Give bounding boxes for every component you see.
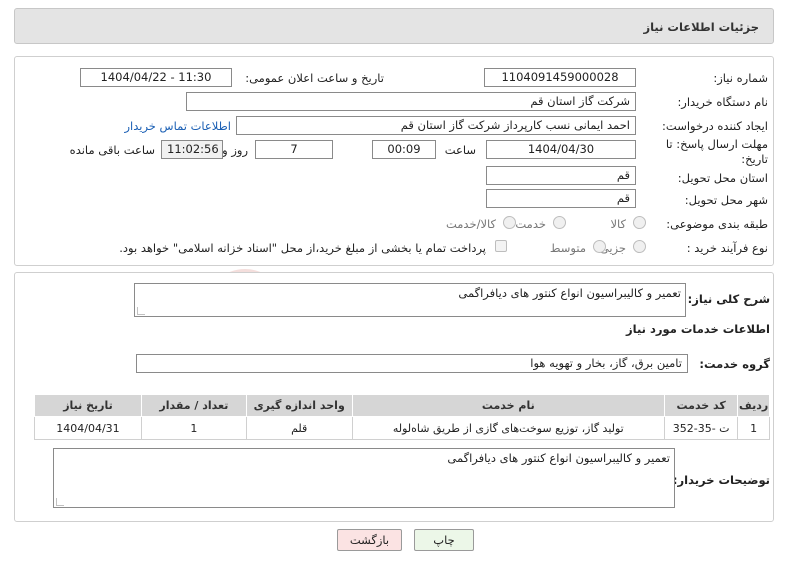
deadline-label: مهلت ارسال پاسخ: تا xyxy=(665,137,768,151)
column-header-code: کد خدمت xyxy=(663,394,739,417)
buyer-notes-textarea[interactable]: تعمیر و کالیبراسیون انواع کنتور های دیاف… xyxy=(53,448,675,508)
purchase-radio-medium[interactable] xyxy=(593,240,606,253)
creator-label: ایجاد کننده درخواست: xyxy=(662,119,768,133)
column-header-name: نام خدمت xyxy=(351,394,665,417)
city-field: قم xyxy=(486,189,636,208)
cell-row: 1 xyxy=(737,416,770,440)
panel-header: جزئیات اطلاعات نیاز xyxy=(14,8,774,44)
column-header-date: تاریخ نیاز xyxy=(34,394,142,417)
category-radio-goods-service[interactable] xyxy=(503,216,516,229)
services-section-title: اطلاعات خدمات مورد نیاز xyxy=(626,322,770,336)
service-group-field: تامین برق، گاز، بخار و تهویه هوا xyxy=(136,354,688,373)
column-header-row: ردیف xyxy=(737,394,770,417)
category-radio-goods[interactable] xyxy=(633,216,646,229)
category-option-goods-service: کالا/خدمت xyxy=(445,217,496,231)
city-label: شهر محل تحویل: xyxy=(684,193,768,207)
deadline-date-field: 1404/04/30 xyxy=(486,140,636,159)
category-option-goods: کالا xyxy=(610,217,626,231)
table-row: 1 ت -35-352 تولید گاز، توزیع سوخت‌های گا… xyxy=(34,416,770,440)
announce-label: تاریخ و ساعت اعلان عمومی: xyxy=(245,71,384,85)
services-table-header: ردیف کد خدمت نام خدمت واحد اندازه گیری ت… xyxy=(34,394,770,417)
purchase-option-medium: متوسط xyxy=(549,241,586,255)
need-number-label: شماره نیاز: xyxy=(713,71,768,85)
need-number-field: 1104091459000028 xyxy=(484,68,636,87)
services-table: ردیف کد خدمت نام خدمت واحد اندازه گیری ت… xyxy=(34,394,770,440)
cell-date: 1404/04/31 xyxy=(34,416,142,440)
cell-name: تولید گاز، توزیع سوخت‌های گازی از طریق ش… xyxy=(351,416,665,440)
purchase-radio-partial[interactable] xyxy=(633,240,646,253)
back-button[interactable]: بازگشت xyxy=(337,529,402,551)
buyer-org-field: شرکت گاز استان قم xyxy=(186,92,636,111)
service-group-label: گروه خدمت: xyxy=(699,357,770,371)
remaining-time-field: 11:02:56 xyxy=(161,140,223,159)
summary-label: شرح کلی نیاز: xyxy=(687,292,770,306)
days-label: روز و xyxy=(222,143,248,157)
deadline-time-field: 00:09 xyxy=(372,140,436,159)
print-button[interactable]: چاپ xyxy=(414,529,474,551)
resize-grip-icon[interactable] xyxy=(137,307,145,315)
buyer-notes-text: تعمیر و کالیبراسیون انواع کنتور های دیاف… xyxy=(447,451,670,465)
buyer-org-label: نام دستگاه خریدار: xyxy=(677,95,768,109)
purchase-type-label: نوع فرآیند خرید : xyxy=(686,241,768,255)
deadline-label-date: تاریخ: xyxy=(741,152,768,166)
resize-grip-icon[interactable] xyxy=(56,498,64,506)
cell-qty: 1 xyxy=(140,416,247,440)
cell-unit: قلم xyxy=(245,416,353,440)
time-label: ساعت xyxy=(444,143,476,157)
column-header-unit: واحد اندازه گیری xyxy=(245,394,353,417)
treasury-payment-note: پرداخت تمام یا بخشی از مبلغ خرید،از محل … xyxy=(119,241,486,255)
category-option-service: خدمت xyxy=(515,217,546,231)
buyer-notes-label: توضیحات خریدار: xyxy=(672,473,770,487)
info-section xyxy=(14,56,774,266)
category-radio-service[interactable] xyxy=(553,216,566,229)
buyer-contact-link[interactable]: اطلاعات تماس خریدار xyxy=(124,119,231,133)
treasury-payment-checkbox[interactable] xyxy=(495,240,507,252)
announce-datetime-field: 1404/04/22 - 11:30 xyxy=(80,68,232,87)
cell-code: ت -35-352 xyxy=(663,416,739,440)
summary-text: تعمیر و کالیبراسیون انواع کنتور های دیاف… xyxy=(458,286,681,300)
province-field: قم xyxy=(486,166,636,185)
province-label: استان محل تحویل: xyxy=(677,171,768,185)
page-title: جزئیات اطلاعات نیاز xyxy=(643,20,759,34)
column-header-qty: تعداد / مقدار xyxy=(140,394,247,417)
creator-field: احمد ایمانی نسب کارپرداز شرکت گاز استان … xyxy=(236,116,636,135)
category-label: طبقه بندی موضوعی: xyxy=(666,217,768,231)
days-field: 7 xyxy=(255,140,333,159)
remaining-label: ساعت باقی مانده xyxy=(69,143,155,157)
summary-textarea[interactable]: تعمیر و کالیبراسیون انواع کنتور های دیاف… xyxy=(134,283,686,317)
